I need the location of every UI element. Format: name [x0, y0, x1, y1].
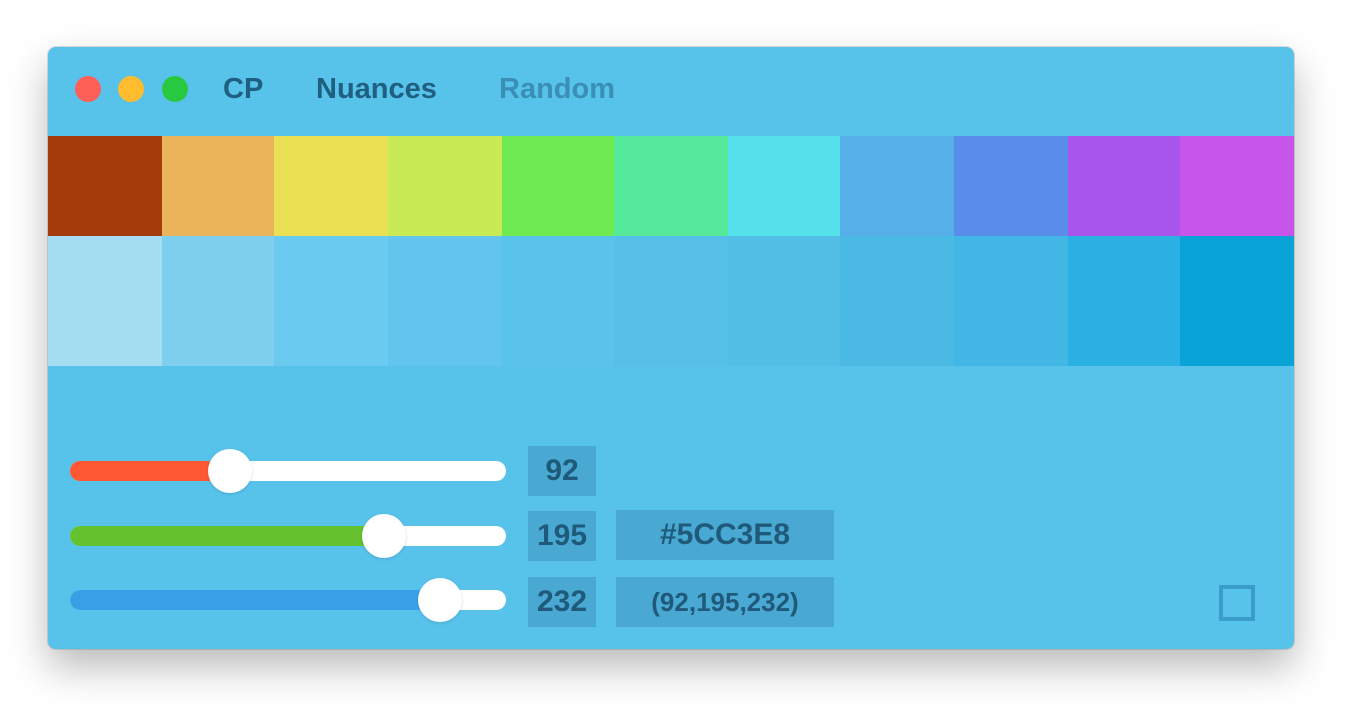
nuance-swatch[interactable] [162, 236, 274, 366]
rgb-readout[interactable]: (92,195,232) [616, 577, 834, 627]
nuance-swatch[interactable] [48, 236, 162, 366]
options-checkbox[interactable] [1219, 585, 1255, 621]
red-value[interactable]: 92 [528, 446, 596, 496]
blue-value[interactable]: 232 [528, 577, 596, 627]
red-slider-fill [70, 461, 230, 481]
hue-swatch[interactable] [954, 136, 1068, 236]
nuance-swatch[interactable] [388, 236, 502, 366]
hue-swatch[interactable] [614, 136, 728, 236]
hue-swatch[interactable] [1180, 136, 1294, 236]
hue-swatch[interactable] [502, 136, 614, 236]
hue-swatch[interactable] [728, 136, 840, 236]
tab-cp[interactable]: CP [223, 73, 263, 106]
blue-slider-fill [70, 590, 440, 610]
green-slider[interactable] [70, 514, 506, 558]
nuance-swatch[interactable] [274, 236, 388, 366]
nuance-swatch[interactable] [1068, 236, 1180, 366]
red-slider[interactable] [70, 449, 506, 493]
hue-swatch[interactable] [1068, 136, 1180, 236]
nuance-swatch[interactable] [614, 236, 728, 366]
tab-random[interactable]: Random [499, 73, 615, 106]
nuance-swatch[interactable] [728, 236, 840, 366]
green-slider-thumb[interactable] [362, 514, 406, 558]
nuance-swatch[interactable] [840, 236, 954, 366]
blue-slider[interactable] [70, 578, 506, 622]
nuance-swatch-row [48, 236, 1294, 366]
green-value[interactable]: 195 [528, 511, 596, 561]
hue-swatch-row [48, 136, 1294, 236]
minimize-window-button[interactable] [118, 76, 144, 102]
hue-swatch[interactable] [162, 136, 274, 236]
blue-slider-thumb[interactable] [418, 578, 462, 622]
title-bar: CP Nuances Random [48, 47, 1294, 136]
close-window-button[interactable] [75, 76, 101, 102]
nuance-swatch[interactable] [1180, 236, 1294, 366]
tab-nuances[interactable]: Nuances [316, 73, 437, 106]
hue-swatch[interactable] [274, 136, 388, 236]
color-picker-window: CP Nuances Random 92 195 232 #5CC3E8 (92… [48, 47, 1294, 649]
maximize-window-button[interactable] [162, 76, 188, 102]
hue-swatch[interactable] [388, 136, 502, 236]
nuance-swatch[interactable] [502, 236, 614, 366]
hex-readout[interactable]: #5CC3E8 [616, 510, 834, 560]
green-slider-fill [70, 526, 384, 546]
hue-swatch[interactable] [840, 136, 954, 236]
nuance-swatch[interactable] [954, 236, 1068, 366]
hue-swatch[interactable] [48, 136, 162, 236]
red-slider-thumb[interactable] [208, 449, 252, 493]
